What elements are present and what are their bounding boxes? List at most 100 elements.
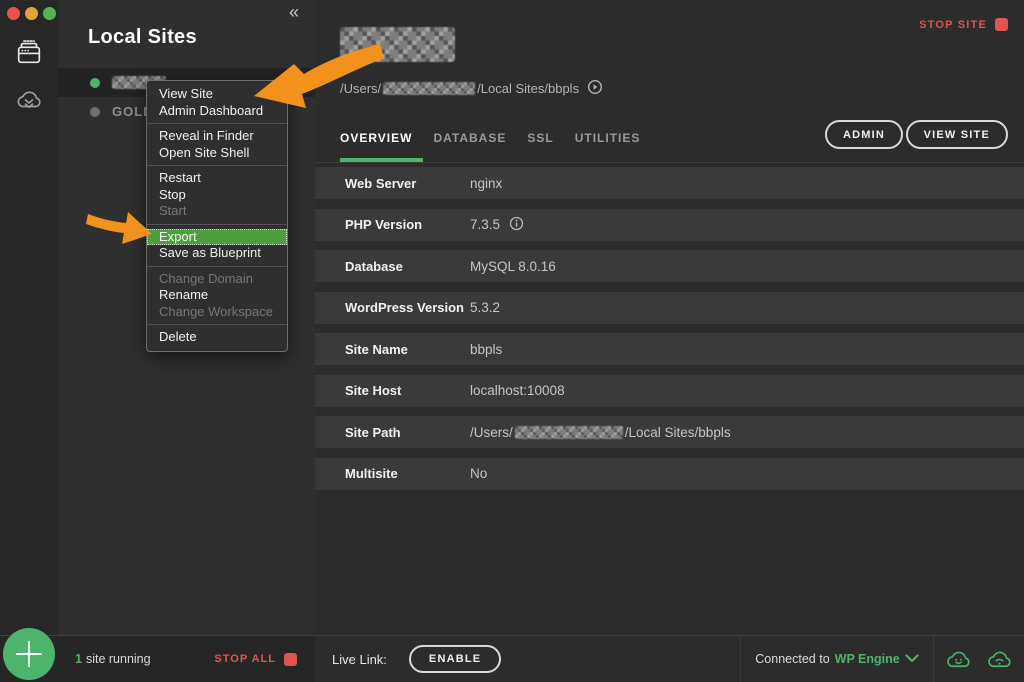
open-path-icon[interactable] — [587, 79, 603, 98]
table-row: WordPress Version 5.3.2 — [315, 292, 1024, 324]
view-site-button[interactable]: VIEW SITE — [906, 120, 1008, 149]
row-value: 7.3.5 — [470, 216, 524, 234]
menu-group: Change Domain Rename Change Workspace — [147, 271, 287, 321]
add-site-button[interactable] — [3, 628, 55, 680]
live-link-section: Live Link: ENABLE — [315, 636, 740, 682]
connect-cloud-icon[interactable] — [14, 89, 44, 120]
stop-square-icon — [995, 18, 1008, 31]
stop-square-icon — [284, 653, 297, 666]
sidebar-collapse-icon[interactable]: « — [289, 2, 299, 23]
menu-item-restart[interactable]: Restart — [147, 170, 287, 187]
local-sites-icon[interactable] — [14, 37, 44, 72]
cloud-actions — [933, 636, 1024, 682]
running-label: site running — [86, 652, 151, 666]
window-zoom-button[interactable] — [43, 7, 56, 20]
menu-item-stop[interactable]: Stop — [147, 187, 287, 204]
row-label: Web Server — [345, 176, 470, 191]
redacted-block — [515, 426, 623, 439]
stop-all-label: STOP ALL — [214, 653, 276, 665]
menu-group: Reveal in Finder Open Site Shell — [147, 128, 287, 161]
menu-group: Export Save as Blueprint — [147, 229, 287, 262]
menu-item-export-highlighted[interactable]: Export — [147, 229, 287, 246]
row-value: bbpls — [470, 342, 502, 357]
menu-group: Restart Stop Start — [147, 170, 287, 220]
row-value: localhost:10008 — [470, 383, 565, 398]
detail-tabs: OVERVIEW DATABASE SSL UTILITIES — [340, 131, 661, 145]
connected-provider-dropdown[interactable]: Connected to WP Engine — [740, 636, 933, 682]
menu-item-admin-dashboard[interactable]: Admin Dashboard — [147, 103, 287, 120]
left-rail — [0, 0, 58, 635]
table-row: Site Path /Users/ /Local Sites/bbpls — [315, 416, 1024, 448]
row-label: Site Host — [345, 383, 470, 398]
tab-utilities[interactable]: UTILITIES — [575, 131, 641, 145]
menu-item-view-site[interactable]: View Site — [147, 86, 287, 103]
cloud-sync-icon[interactable] — [986, 649, 1013, 670]
chevron-down-icon — [905, 650, 919, 668]
stop-site-button[interactable]: STOP SITE — [919, 18, 1008, 31]
cloud-account-icon[interactable] — [945, 649, 972, 670]
site-title-redacted — [340, 27, 455, 67]
site-path-prefix: /Users/ — [470, 425, 513, 440]
window-minimize-button[interactable] — [25, 7, 38, 20]
table-row: Site Name bbpls — [315, 333, 1024, 365]
table-row: Web Server nginx — [315, 167, 1024, 199]
menu-item-change-workspace-disabled: Change Workspace — [147, 304, 287, 321]
window-close-button[interactable] — [7, 7, 20, 20]
php-version-value: 7.3.5 — [470, 217, 500, 232]
menu-item-start-disabled: Start — [147, 203, 287, 220]
site-path-breadcrumb: /Users/ /Local Sites/bbpls — [340, 79, 603, 98]
stop-site-label: STOP SITE — [919, 19, 987, 31]
path-suffix: /Local Sites/bbpls — [477, 81, 579, 96]
stop-all-button[interactable]: STOP ALL — [214, 636, 297, 682]
menu-separator — [147, 123, 287, 124]
menu-item-change-domain-disabled: Change Domain — [147, 271, 287, 288]
connected-prefix: Connected to — [755, 652, 829, 666]
enable-live-link-button[interactable]: ENABLE — [409, 645, 501, 673]
table-row: Database MySQL 8.0.16 — [315, 250, 1024, 282]
row-label: WordPress Version — [345, 300, 470, 315]
row-label: Database — [345, 259, 470, 274]
site-running-dot — [90, 78, 100, 88]
running-count: 1 — [75, 652, 82, 666]
bottom-bar: 1 site running STOP ALL Live Link: ENABL… — [0, 635, 1024, 681]
redacted-block — [340, 27, 455, 62]
row-label: PHP Version — [345, 217, 470, 232]
admin-button[interactable]: ADMIN — [825, 120, 903, 149]
menu-item-save-as-blueprint[interactable]: Save as Blueprint — [147, 245, 287, 262]
row-value: MySQL 8.0.16 — [470, 259, 556, 274]
row-label: Site Path — [345, 425, 470, 440]
table-row: PHP Version 7.3.5 — [315, 209, 1024, 241]
site-detail-panel: STOP SITE /Users/ /Local Sites/bbpls OVE… — [315, 0, 1024, 635]
row-value: 5.3.2 — [470, 300, 500, 315]
menu-separator — [147, 324, 287, 325]
tab-ssl[interactable]: SSL — [527, 131, 553, 145]
plus-icon — [28, 641, 30, 667]
menu-separator — [147, 165, 287, 166]
row-label: Multisite — [345, 466, 470, 481]
menu-group: View Site Admin Dashboard — [147, 86, 287, 119]
table-row: Multisite No — [315, 458, 1024, 490]
tabs-divider — [315, 162, 1024, 163]
menu-item-rename[interactable]: Rename — [147, 287, 287, 304]
row-value: No — [470, 466, 487, 481]
menu-item-reveal-in-finder[interactable]: Reveal in Finder — [147, 128, 287, 145]
path-prefix: /Users/ — [340, 81, 381, 96]
row-label: Site Name — [345, 342, 470, 357]
menu-item-delete[interactable]: Delete — [147, 329, 287, 346]
menu-item-open-site-shell[interactable]: Open Site Shell — [147, 145, 287, 162]
row-value: nginx — [470, 176, 502, 191]
site-stopped-dot — [90, 107, 100, 117]
tab-database[interactable]: DATABASE — [433, 131, 506, 145]
overview-table: Web Server nginx PHP Version 7.3.5 Datab… — [315, 167, 1024, 499]
connected-provider: WP Engine — [835, 652, 900, 666]
tab-overview[interactable]: OVERVIEW — [340, 131, 412, 145]
menu-group: Delete — [147, 329, 287, 346]
live-link-label: Live Link: — [332, 652, 387, 667]
info-icon[interactable] — [509, 216, 524, 234]
redacted-block — [383, 82, 475, 95]
menu-separator — [147, 266, 287, 267]
menu-separator — [147, 224, 287, 225]
row-value: /Users/ /Local Sites/bbpls — [470, 425, 731, 440]
site-context-menu: View Site Admin Dashboard Reveal in Find… — [146, 80, 288, 352]
table-row: Site Host localhost:10008 — [315, 375, 1024, 407]
